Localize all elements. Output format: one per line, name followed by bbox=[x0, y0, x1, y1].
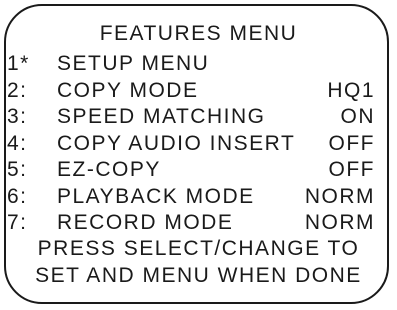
menu-item-value: HQ1 bbox=[327, 78, 375, 102]
menu-item-value: NORM bbox=[304, 184, 375, 208]
menu-item-label: COPY AUDIO INSERT bbox=[57, 131, 296, 155]
menu-item-ez-copy[interactable]: 5: EZ-COPY OFF bbox=[0, 158, 397, 185]
menu-item-label: PLAYBACK MODE bbox=[57, 184, 255, 208]
instruction-line-1: PRESS SELECT/CHANGE TO bbox=[37, 237, 360, 260]
menu-item-value: OFF bbox=[328, 131, 375, 155]
menu-item-number: 6: bbox=[7, 184, 28, 208]
menu-item-number: 7: bbox=[7, 211, 28, 234]
menu-item-setup-menu[interactable]: 1* SETUP MENU bbox=[0, 52, 397, 79]
instruction-line-2: SET AND MENU WHEN DONE bbox=[35, 264, 362, 287]
menu-item-copy-audio-insert[interactable]: 4: COPY AUDIO INSERT OFF bbox=[0, 132, 397, 159]
menu-item-label: SETUP MENU bbox=[57, 52, 210, 75]
menu-item-value: OFF bbox=[328, 158, 375, 181]
menu-item-number: 5: bbox=[7, 158, 28, 181]
menu-item-speed-matching[interactable]: 3: SPEED MATCHING ON bbox=[0, 105, 397, 132]
menu-item-number: 1* bbox=[7, 52, 30, 75]
menu-item-label: EZ-COPY bbox=[57, 158, 161, 181]
menu-item-label: RECORD MODE bbox=[57, 211, 234, 234]
menu-item-value: NORM bbox=[304, 211, 375, 234]
menu-item-number: 3: bbox=[7, 105, 28, 128]
menu-title: FEATURES MENU bbox=[99, 22, 298, 45]
menu-item-number: 4: bbox=[7, 131, 28, 155]
menu-item-value: ON bbox=[340, 105, 375, 128]
features-menu-list: 1* SETUP MENU 2: COPY MODE HQ1 3: SPEED … bbox=[0, 52, 397, 238]
menu-item-label: COPY MODE bbox=[57, 78, 199, 102]
menu-item-copy-mode[interactable]: 2: COPY MODE HQ1 bbox=[0, 79, 397, 106]
menu-item-number: 2: bbox=[7, 78, 28, 102]
menu-item-label: SPEED MATCHING bbox=[57, 105, 266, 128]
menu-item-playback-mode[interactable]: 6: PLAYBACK MODE NORM bbox=[0, 185, 397, 212]
menu-item-record-mode[interactable]: 7: RECORD MODE NORM bbox=[0, 211, 397, 238]
